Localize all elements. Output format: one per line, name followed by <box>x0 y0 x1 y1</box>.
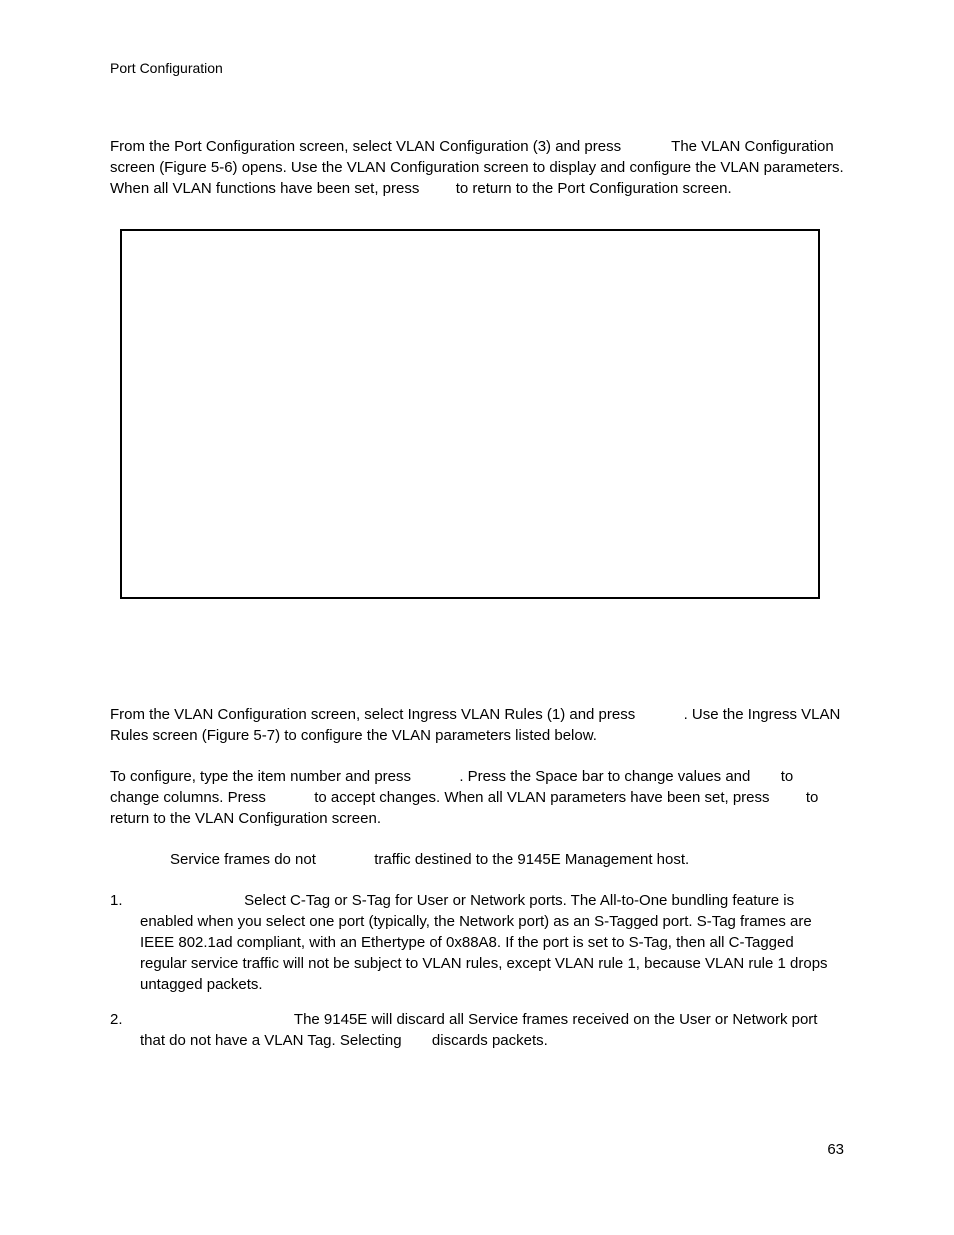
intro-paragraph-3: To configure, type the item number and p… <box>110 766 844 829</box>
list-number: 2. <box>110 1009 140 1051</box>
page-header: Port Configuration <box>110 60 844 76</box>
list-number: 1. <box>110 890 140 995</box>
intro-paragraph-1: From the Port Configuration screen, sele… <box>110 136 844 199</box>
text-fragment: . Press the Space bar to change values a… <box>459 768 754 785</box>
text-fragment: to return to the Port Configuration scre… <box>456 180 732 197</box>
text-fragment: From the VLAN Configuration screen, sele… <box>110 706 639 723</box>
document-page: Port Configuration From the Port Configu… <box>0 0 954 1208</box>
text-fragment: Service frames do not <box>170 851 320 868</box>
text-fragment: traffic destined to the 9145E Management… <box>374 851 689 868</box>
page-number: 63 <box>110 1141 844 1158</box>
list-item-2: 2. The 9145E will discard all Service fr… <box>110 1009 844 1051</box>
list-body: The 9145E will discard all Service frame… <box>140 1009 844 1051</box>
intro-paragraph-2: From the VLAN Configuration screen, sele… <box>110 704 844 746</box>
text-fragment: Select C-Tag or S-Tag for User or Networ… <box>140 892 828 993</box>
note-block: Service frames do not traffic destined t… <box>170 849 770 870</box>
text-fragment: discards packets. <box>432 1032 548 1049</box>
list-item-1: 1. Select C-Tag or S-Tag for User or Net… <box>110 890 844 995</box>
list-body: Select C-Tag or S-Tag for User or Networ… <box>140 890 844 995</box>
text-fragment: to accept changes. When all VLAN paramet… <box>314 789 773 806</box>
spacing <box>110 629 844 704</box>
figure-5-6-box <box>120 229 820 599</box>
text-fragment: To configure, type the item number and p… <box>110 768 415 785</box>
text-fragment: From the Port Configuration screen, sele… <box>110 138 625 155</box>
